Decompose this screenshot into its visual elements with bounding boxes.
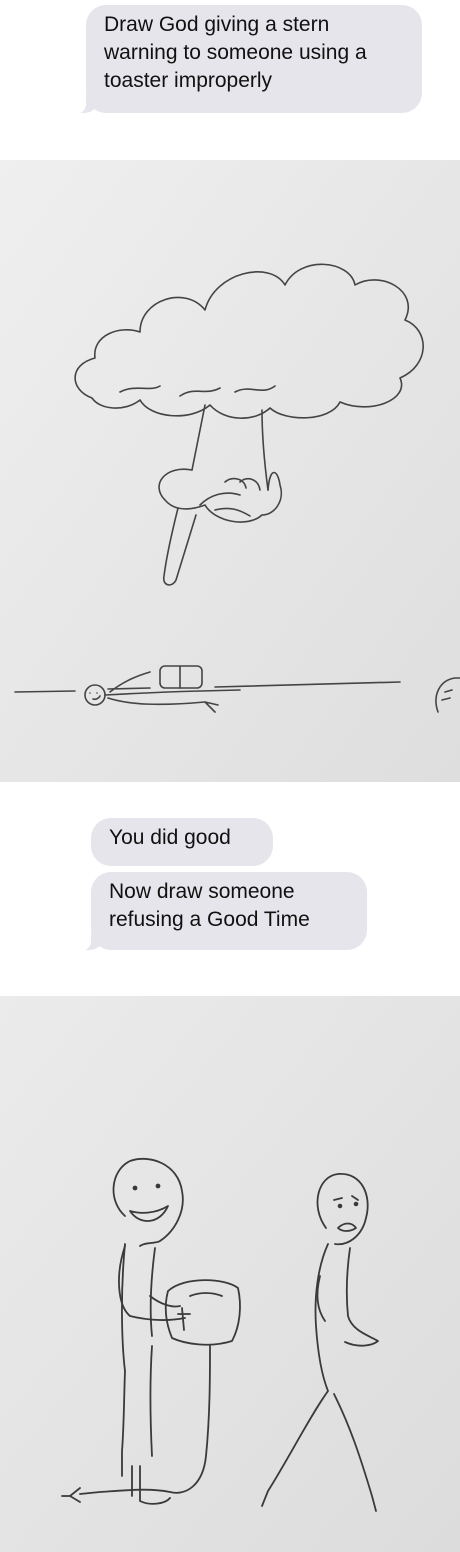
sketch-drawing-2: [0, 996, 460, 1552]
message-bubble-1: Draw God giving a stern warning to someo…: [74, 5, 422, 114]
message-text-2: You did good: [109, 826, 231, 849]
sketch-drawing-1: [0, 160, 460, 782]
message-text-1: Draw God giving a stern warning to someo…: [104, 13, 367, 92]
message-text-3: Now draw someone refusing a Good Time: [109, 880, 310, 931]
message-bubble-3: Now draw someone refusing a Good Time: [79, 872, 367, 951]
sketch-photo-2: [0, 996, 460, 1552]
message-bubble-2: You did good: [91, 818, 273, 866]
sketch-photo-1: [0, 160, 460, 782]
